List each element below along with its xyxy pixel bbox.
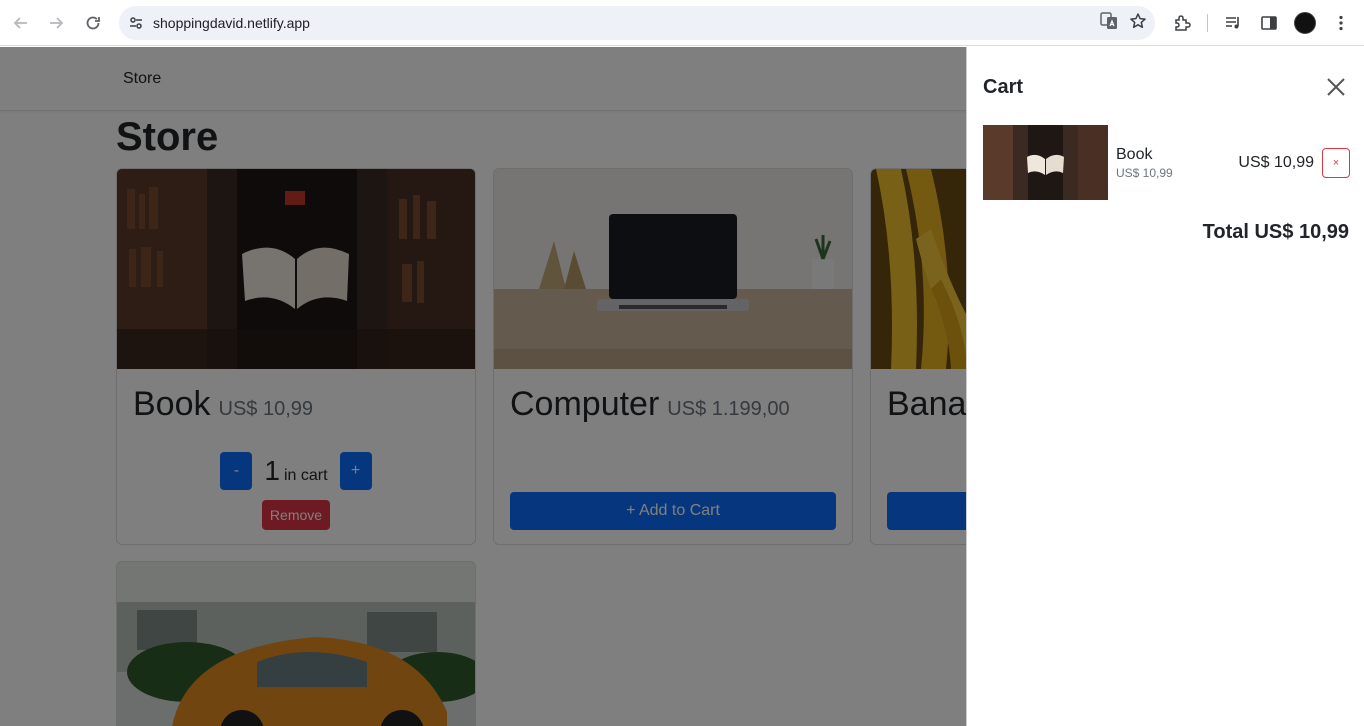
close-icon[interactable]: [1324, 75, 1348, 99]
cart-item-line-total: US$ 10,99: [1238, 153, 1314, 171]
cart-panel: Cart Book US$ 10,99 US$ 10,99 × Total US…: [966, 47, 1364, 726]
browser-toolbar: shoppingdavid.netlify.app: [0, 0, 1364, 46]
cart-item-unit-price: US$ 10,99: [1116, 165, 1173, 180]
reload-icon[interactable]: [75, 5, 111, 41]
profile-avatar[interactable]: [1290, 8, 1320, 38]
cart-item-remove-button[interactable]: ×: [1322, 147, 1350, 178]
backdrop-overlay[interactable]: [0, 47, 966, 726]
forward-icon[interactable]: [38, 5, 74, 41]
cart-item-image: [983, 125, 1108, 200]
back-icon[interactable]: [3, 5, 39, 41]
site-info-icon[interactable]: [119, 15, 153, 31]
cart-item-name: Book: [1116, 145, 1153, 163]
avatar: [1294, 12, 1316, 34]
url-text[interactable]: shoppingdavid.netlify.app: [153, 15, 310, 31]
translate-icon[interactable]: [1099, 11, 1119, 36]
media-control-icon[interactable]: [1218, 8, 1248, 38]
page-content: Store Store Book US$ 10,99 -: [0, 47, 1364, 726]
side-panel-icon[interactable]: [1254, 8, 1284, 38]
cart-title: Cart: [983, 75, 1024, 98]
toolbar-divider: [1207, 14, 1208, 32]
address-bar[interactable]: shoppingdavid.netlify.app: [119, 6, 1155, 40]
cart-item: Book US$ 10,99 US$ 10,99 ×: [983, 125, 1350, 200]
menu-kebab-icon[interactable]: [1326, 8, 1356, 38]
extensions-icon[interactable]: [1167, 8, 1197, 38]
bookmark-star-icon[interactable]: [1129, 12, 1147, 35]
cart-total: Total US$ 10,99: [1202, 221, 1349, 243]
